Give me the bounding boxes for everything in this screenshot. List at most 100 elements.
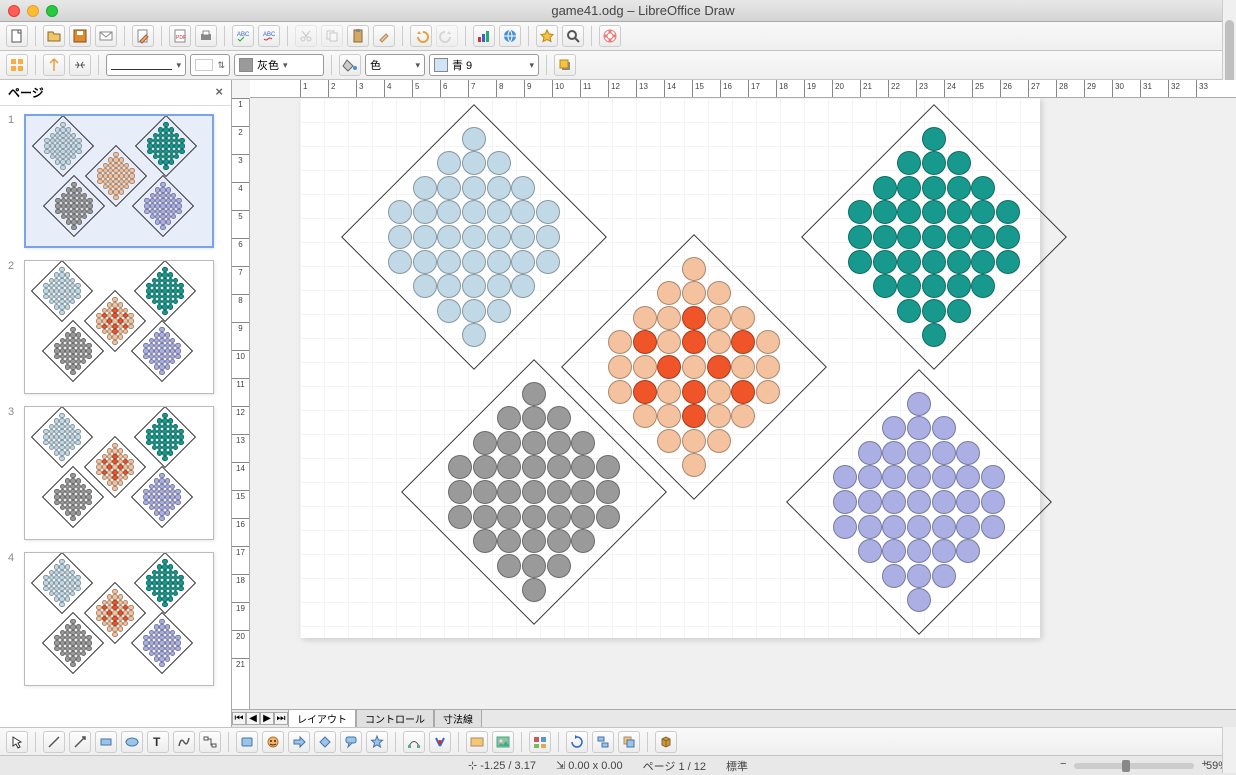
hyperlink-button[interactable] bbox=[499, 25, 521, 47]
stepper-icon: ⇅ bbox=[217, 60, 225, 71]
workspace: ページ × 1234 12345678910111213141516171819… bbox=[0, 80, 1236, 727]
shadow-button[interactable] bbox=[554, 54, 576, 76]
tab-controls[interactable]: コントロール bbox=[356, 709, 434, 727]
cursor-position: ⊹ -1.25 / 3.17 bbox=[468, 759, 536, 772]
page-thumbnail[interactable] bbox=[24, 260, 214, 394]
guides-button[interactable] bbox=[43, 54, 65, 76]
drawing-page[interactable] bbox=[300, 98, 1040, 638]
rotate-button[interactable] bbox=[566, 731, 588, 753]
tab-first-button[interactable]: ⏮ bbox=[232, 712, 246, 725]
block-arrows-button[interactable] bbox=[288, 731, 310, 753]
thumb-number: 1 bbox=[8, 114, 20, 248]
tab-nav-buttons: ⏮ ◀ ▶ ⏭ bbox=[232, 712, 288, 725]
line-color-box[interactable]: ⇅ bbox=[190, 54, 230, 76]
chevron-down-icon: ▾ bbox=[176, 60, 181, 71]
tab-next-button[interactable]: ▶ bbox=[260, 712, 274, 725]
drawing-toolbar: T bbox=[0, 727, 1236, 755]
thumb-number: 4 bbox=[8, 552, 20, 686]
thumb-number: 3 bbox=[8, 406, 20, 540]
area-style-dropdown[interactable]: 色 ▾ bbox=[365, 54, 425, 76]
format-toolbar: ▾ ⇅ 灰色 ▾ 色 ▾ 青 9 ▾ bbox=[0, 51, 1236, 80]
navigator-button[interactable] bbox=[536, 25, 558, 47]
minimize-window-icon[interactable] bbox=[27, 5, 39, 17]
tab-prev-button[interactable]: ◀ bbox=[246, 712, 260, 725]
horizontal-ruler[interactable]: 1234567891011121314151617181920212223242… bbox=[250, 80, 1236, 98]
standard-toolbar: PDF ABC ABC bbox=[0, 22, 1236, 51]
fill-swatch-icon bbox=[239, 58, 253, 72]
close-window-icon[interactable] bbox=[8, 5, 20, 17]
spellcheck-auto-button[interactable]: ABC bbox=[258, 25, 280, 47]
new-doc-button[interactable] bbox=[6, 25, 28, 47]
open-button[interactable] bbox=[43, 25, 65, 47]
snap-button[interactable] bbox=[69, 54, 91, 76]
fill-style-dropdown[interactable]: 灰色 ▾ bbox=[234, 54, 324, 76]
email-button[interactable] bbox=[95, 25, 117, 47]
gallery-button[interactable] bbox=[529, 731, 551, 753]
redo-button[interactable] bbox=[436, 25, 458, 47]
fill-style-label: 灰色 bbox=[257, 57, 279, 73]
svg-text:T: T bbox=[153, 735, 161, 749]
area-color-dropdown[interactable]: 青 9 ▾ bbox=[429, 54, 539, 76]
object-size: ⇲ 0.00 x 0.00 bbox=[556, 759, 623, 772]
grid-toggle-button[interactable] bbox=[6, 54, 28, 76]
print-button[interactable] bbox=[195, 25, 217, 47]
format-paintbrush-button[interactable] bbox=[373, 25, 395, 47]
thumb-number: 2 bbox=[8, 260, 20, 394]
cut-button[interactable] bbox=[295, 25, 317, 47]
callouts-button[interactable] bbox=[340, 731, 362, 753]
edit-file-button[interactable] bbox=[132, 25, 154, 47]
zoom-button[interactable] bbox=[562, 25, 584, 47]
tab-layout[interactable]: レイアウト bbox=[288, 709, 356, 727]
zoom-window-icon[interactable] bbox=[46, 5, 58, 17]
basic-shapes-button[interactable] bbox=[236, 731, 258, 753]
close-icon[interactable]: × bbox=[215, 84, 223, 101]
page-thumbnail[interactable] bbox=[24, 406, 214, 540]
line-style-dropdown[interactable]: ▾ bbox=[106, 54, 186, 76]
3d-button[interactable] bbox=[655, 731, 677, 753]
page-thumbnails[interactable]: 1234 bbox=[0, 106, 231, 727]
zoom-slider[interactable]: − + bbox=[1074, 763, 1194, 769]
line-tool-button[interactable] bbox=[43, 731, 65, 753]
drawing-viewport[interactable] bbox=[250, 98, 1236, 709]
tab-dimension[interactable]: 寸法線 bbox=[434, 709, 482, 727]
vertical-ruler[interactable]: 123456789101112131415161718192021 bbox=[232, 98, 250, 709]
align-button[interactable] bbox=[592, 731, 614, 753]
curve-tool-button[interactable] bbox=[173, 731, 195, 753]
text-tool-button[interactable]: T bbox=[147, 731, 169, 753]
tab-last-button[interactable]: ⏭ bbox=[274, 712, 288, 725]
arrange-button[interactable] bbox=[618, 731, 640, 753]
points-edit-button[interactable] bbox=[403, 731, 425, 753]
view-mode: 標準 bbox=[726, 758, 748, 774]
export-pdf-button[interactable]: PDF bbox=[169, 25, 191, 47]
chart-button[interactable] bbox=[473, 25, 495, 47]
stars-button[interactable] bbox=[366, 731, 388, 753]
svg-text:PDF: PDF bbox=[176, 35, 186, 41]
glue-points-button[interactable] bbox=[429, 731, 451, 753]
copy-button[interactable] bbox=[321, 25, 343, 47]
canvas-area: 1234567891011121314151617181920212223242… bbox=[232, 80, 1236, 727]
symbol-shapes-button[interactable] bbox=[262, 731, 284, 753]
pages-panel-title: ページ bbox=[8, 84, 44, 101]
paste-button[interactable] bbox=[347, 25, 369, 47]
ellipse-tool-button[interactable] bbox=[121, 731, 143, 753]
statusbar: ⊹ -1.25 / 3.17 ⇲ 0.00 x 0.00 ページ 1 / 12 … bbox=[0, 755, 1236, 775]
fontwork-button[interactable] bbox=[466, 731, 488, 753]
window-controls bbox=[8, 5, 58, 17]
arrow-tool-button[interactable] bbox=[69, 731, 91, 753]
layer-tabs: ⏮ ◀ ▶ ⏭ レイアウト コントロール 寸法線 bbox=[232, 709, 1236, 727]
pages-panel: ページ × 1234 bbox=[0, 80, 232, 727]
spellcheck-button[interactable]: ABC bbox=[232, 25, 254, 47]
flowchart-button[interactable] bbox=[314, 731, 336, 753]
rect-tool-button[interactable] bbox=[95, 731, 117, 753]
bucket-icon[interactable] bbox=[339, 54, 361, 76]
save-button[interactable] bbox=[69, 25, 91, 47]
insert-image-button[interactable] bbox=[492, 731, 514, 753]
undo-button[interactable] bbox=[410, 25, 432, 47]
select-tool-button[interactable] bbox=[6, 731, 28, 753]
window-title: game41.odg – LibreOffice Draw bbox=[58, 3, 1228, 18]
page-thumbnail[interactable] bbox=[24, 552, 214, 686]
help-button[interactable] bbox=[599, 25, 621, 47]
area-color-label: 青 9 bbox=[452, 57, 472, 73]
page-thumbnail[interactable] bbox=[24, 114, 214, 248]
connector-tool-button[interactable] bbox=[199, 731, 221, 753]
